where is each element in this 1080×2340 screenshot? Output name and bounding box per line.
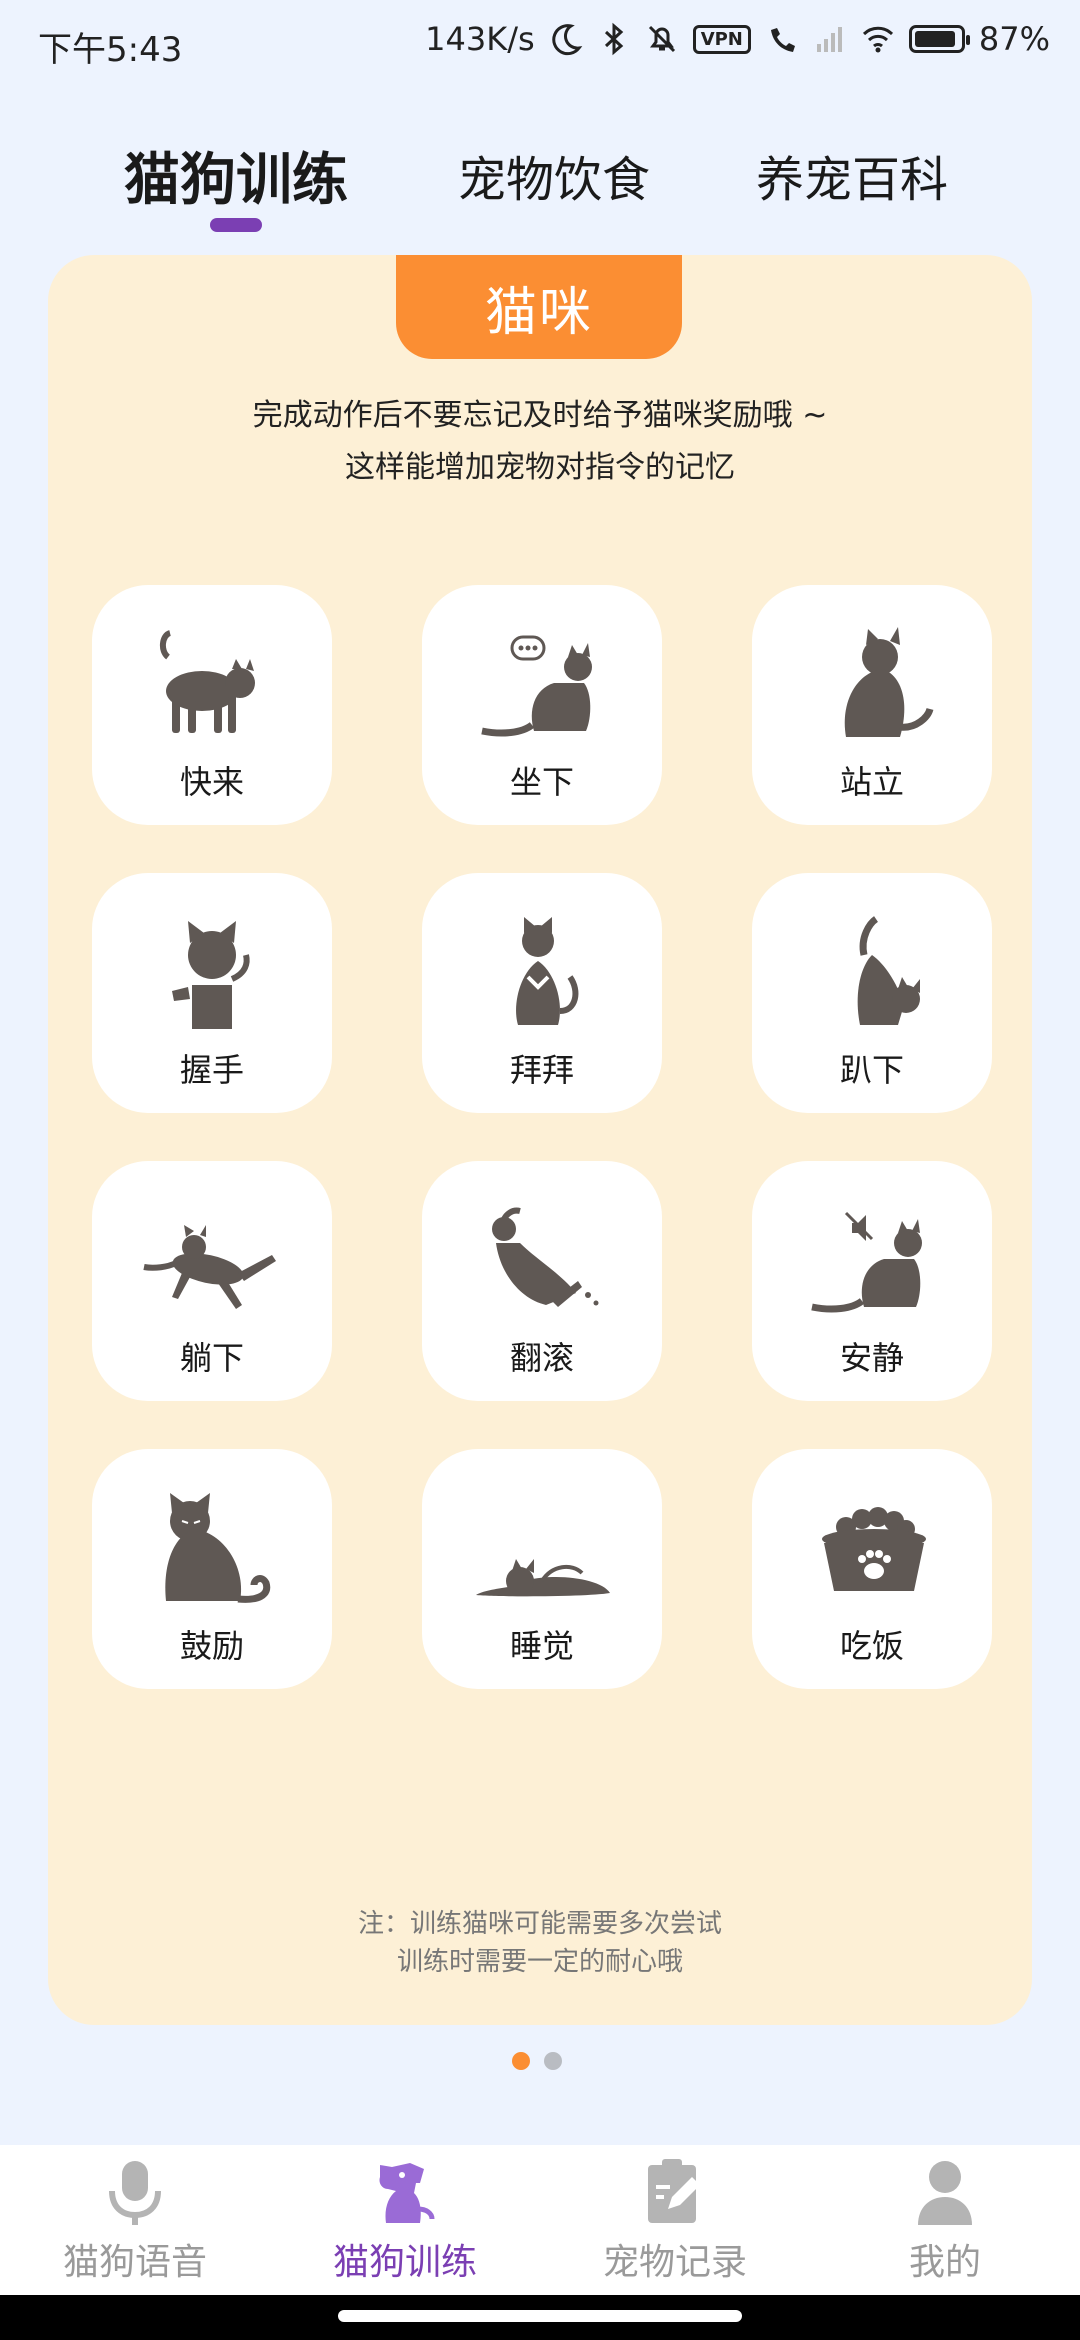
command-lie-down[interactable]: 躺下 (92, 1161, 332, 1401)
cat-walking-icon (160, 630, 255, 733)
intro-line-1: 完成动作后不要忘记及时给予猫咪奖励哦 ~ (252, 398, 828, 433)
page-dot-active[interactable] (512, 2052, 530, 2070)
nav-training[interactable]: 猫狗训练 (270, 2145, 540, 2295)
bottom-nav: 猫狗语音 猫狗训练 宠物记录 我的 (0, 2145, 1080, 2295)
nav-label: 宠物记录 (602, 2242, 747, 2283)
command-sit[interactable]: 坐下 (422, 585, 662, 825)
command-label: 睡觉 (509, 1627, 574, 1665)
command-label: 吃饭 (839, 1627, 904, 1665)
status-bar: 下午5:43 143K/s VPN 87% (0, 0, 1080, 92)
tab-encyclopedia[interactable]: 养宠百科 (756, 140, 948, 210)
cat-encourage-icon (165, 1493, 271, 1603)
command-label: 安静 (839, 1339, 904, 1377)
command-crouch[interactable]: 趴下 (752, 873, 992, 1113)
cat-handshake-icon (172, 921, 250, 1029)
intro-line-2: 这样能增加宠物对指令的记忆 (345, 450, 735, 485)
nav-voice[interactable]: 猫狗语音 (0, 2145, 270, 2295)
command-come[interactable]: 快来 (92, 585, 332, 825)
training-note: 注：训练猫咪可能需要多次尝试 训练时需要一定的耐心哦 (48, 1905, 1032, 1981)
tab-diet[interactable]: 宠物饮食 (458, 140, 650, 210)
nav-label: 猫狗训练 (332, 2242, 477, 2283)
command-label: 快来 (179, 763, 244, 801)
command-encourage[interactable]: 鼓励 (92, 1449, 332, 1689)
command-quiet[interactable]: 安静 (752, 1161, 992, 1401)
intro-text: 完成动作后不要忘记及时给予猫咪奖励哦 ~ 这样能增加宠物对指令的记忆 (48, 390, 1032, 494)
note-line-1: 注：训练猫咪可能需要多次尝试 (357, 1909, 722, 1939)
command-sleep[interactable]: 睡觉 (422, 1449, 662, 1689)
note-line-2: 训练时需要一定的耐心哦 (396, 1947, 683, 1977)
cat-quiet-icon (811, 1211, 922, 1313)
command-label: 躺下 (179, 1339, 244, 1377)
command-roll[interactable]: 翻滚 (422, 1161, 662, 1401)
nav-label: 猫狗语音 (62, 2242, 207, 2283)
cat-badge: 猫咪 (396, 255, 682, 359)
battery-icon (908, 25, 970, 53)
command-stand[interactable]: 站立 (752, 585, 992, 825)
call-icon (770, 28, 795, 52)
page-dot[interactable] (544, 2052, 562, 2070)
cat-rolling-icon (492, 1207, 599, 1307)
status-time: 下午5:43 (38, 30, 183, 70)
command-handshake[interactable]: 握手 (92, 873, 332, 1113)
cat-crouch-icon (857, 916, 920, 1025)
cat-standing-icon (844, 627, 934, 737)
page-indicator (512, 2052, 562, 2070)
network-speed: 143K/s (425, 20, 535, 58)
dog-icon (379, 2163, 435, 2223)
home-indicator[interactable] (338, 2310, 742, 2322)
cat-food-bowl-icon (822, 1507, 926, 1591)
nav-profile[interactable]: 我的 (810, 2145, 1080, 2295)
active-tab-indicator (210, 218, 262, 232)
microphone-icon (109, 2161, 161, 2225)
tab-training[interactable]: 猫狗训练 (124, 135, 348, 216)
user-icon (918, 2161, 972, 2225)
signal-icon (816, 27, 842, 52)
top-tab-bar: 猫狗训练 宠物饮食 养宠百科 (0, 130, 1080, 240)
moon-icon (552, 24, 583, 56)
nav-records[interactable]: 宠物记录 (540, 2145, 810, 2295)
wifi-icon (862, 26, 893, 53)
notepad-edit-icon (648, 2159, 700, 2223)
bluetooth-icon (604, 22, 623, 56)
mute-bell-icon (648, 25, 675, 53)
command-label: 站立 (839, 763, 904, 801)
command-wave[interactable]: 拜拜 (422, 873, 662, 1113)
status-icons: 143K/s VPN 87% (425, 20, 1050, 58)
cat-lying-icon (143, 1225, 276, 1309)
command-label: 鼓励 (179, 1627, 244, 1665)
command-label: 拜拜 (509, 1051, 574, 1089)
command-eat[interactable]: 吃饭 (752, 1449, 992, 1689)
training-card: 猫咪 完成动作后不要忘记及时给予猫咪奖励哦 ~ 这样能增加宠物对指令的记忆 快来… (48, 255, 1032, 2025)
command-label: 翻滚 (509, 1339, 574, 1377)
cat-sleeping-icon (476, 1559, 610, 1597)
command-label: 握手 (179, 1051, 244, 1089)
vpn-badge: VPN (692, 24, 751, 54)
command-label: 坐下 (509, 763, 574, 801)
battery-percent: 87% (978, 20, 1050, 58)
nav-label: 我的 (908, 2242, 981, 2283)
cat-sitting-icon (481, 635, 592, 737)
cat-waving-icon (516, 917, 579, 1025)
command-label: 趴下 (839, 1051, 904, 1089)
